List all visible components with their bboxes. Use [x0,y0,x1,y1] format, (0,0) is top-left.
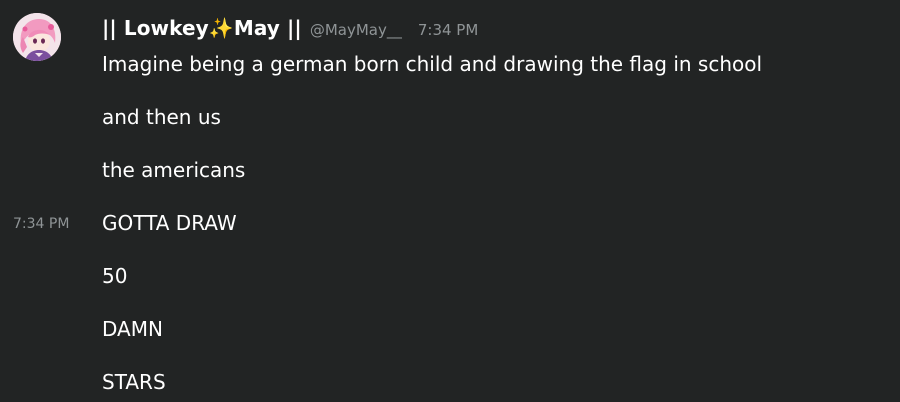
author-name[interactable]: || Lowkey✨May || [102,16,302,40]
message-timestamp[interactable]: 7:34 PM [418,21,478,39]
sparkles-emoji: ✨ [208,16,234,40]
message-header: || Lowkey✨May || @MayMay__ 7:34 PM [102,16,478,46]
message-line: and then us [102,105,221,129]
author-name-suffix: May || [233,16,302,40]
message-line: STARS [102,370,166,394]
message-line: DAMN [102,317,163,341]
message-line: GOTTA DRAW [102,211,237,235]
message-line: 50 [102,264,128,288]
hover-timestamp[interactable]: 7:34 PM [13,214,69,234]
author-handle[interactable]: @MayMay__ [310,21,402,39]
author-name-prefix: || Lowkey [102,16,209,40]
message-line: Imagine being a german born child and dr… [102,52,763,76]
message-line: the americans [102,158,246,182]
avatar[interactable] [13,13,61,61]
avatar-image [13,13,61,61]
